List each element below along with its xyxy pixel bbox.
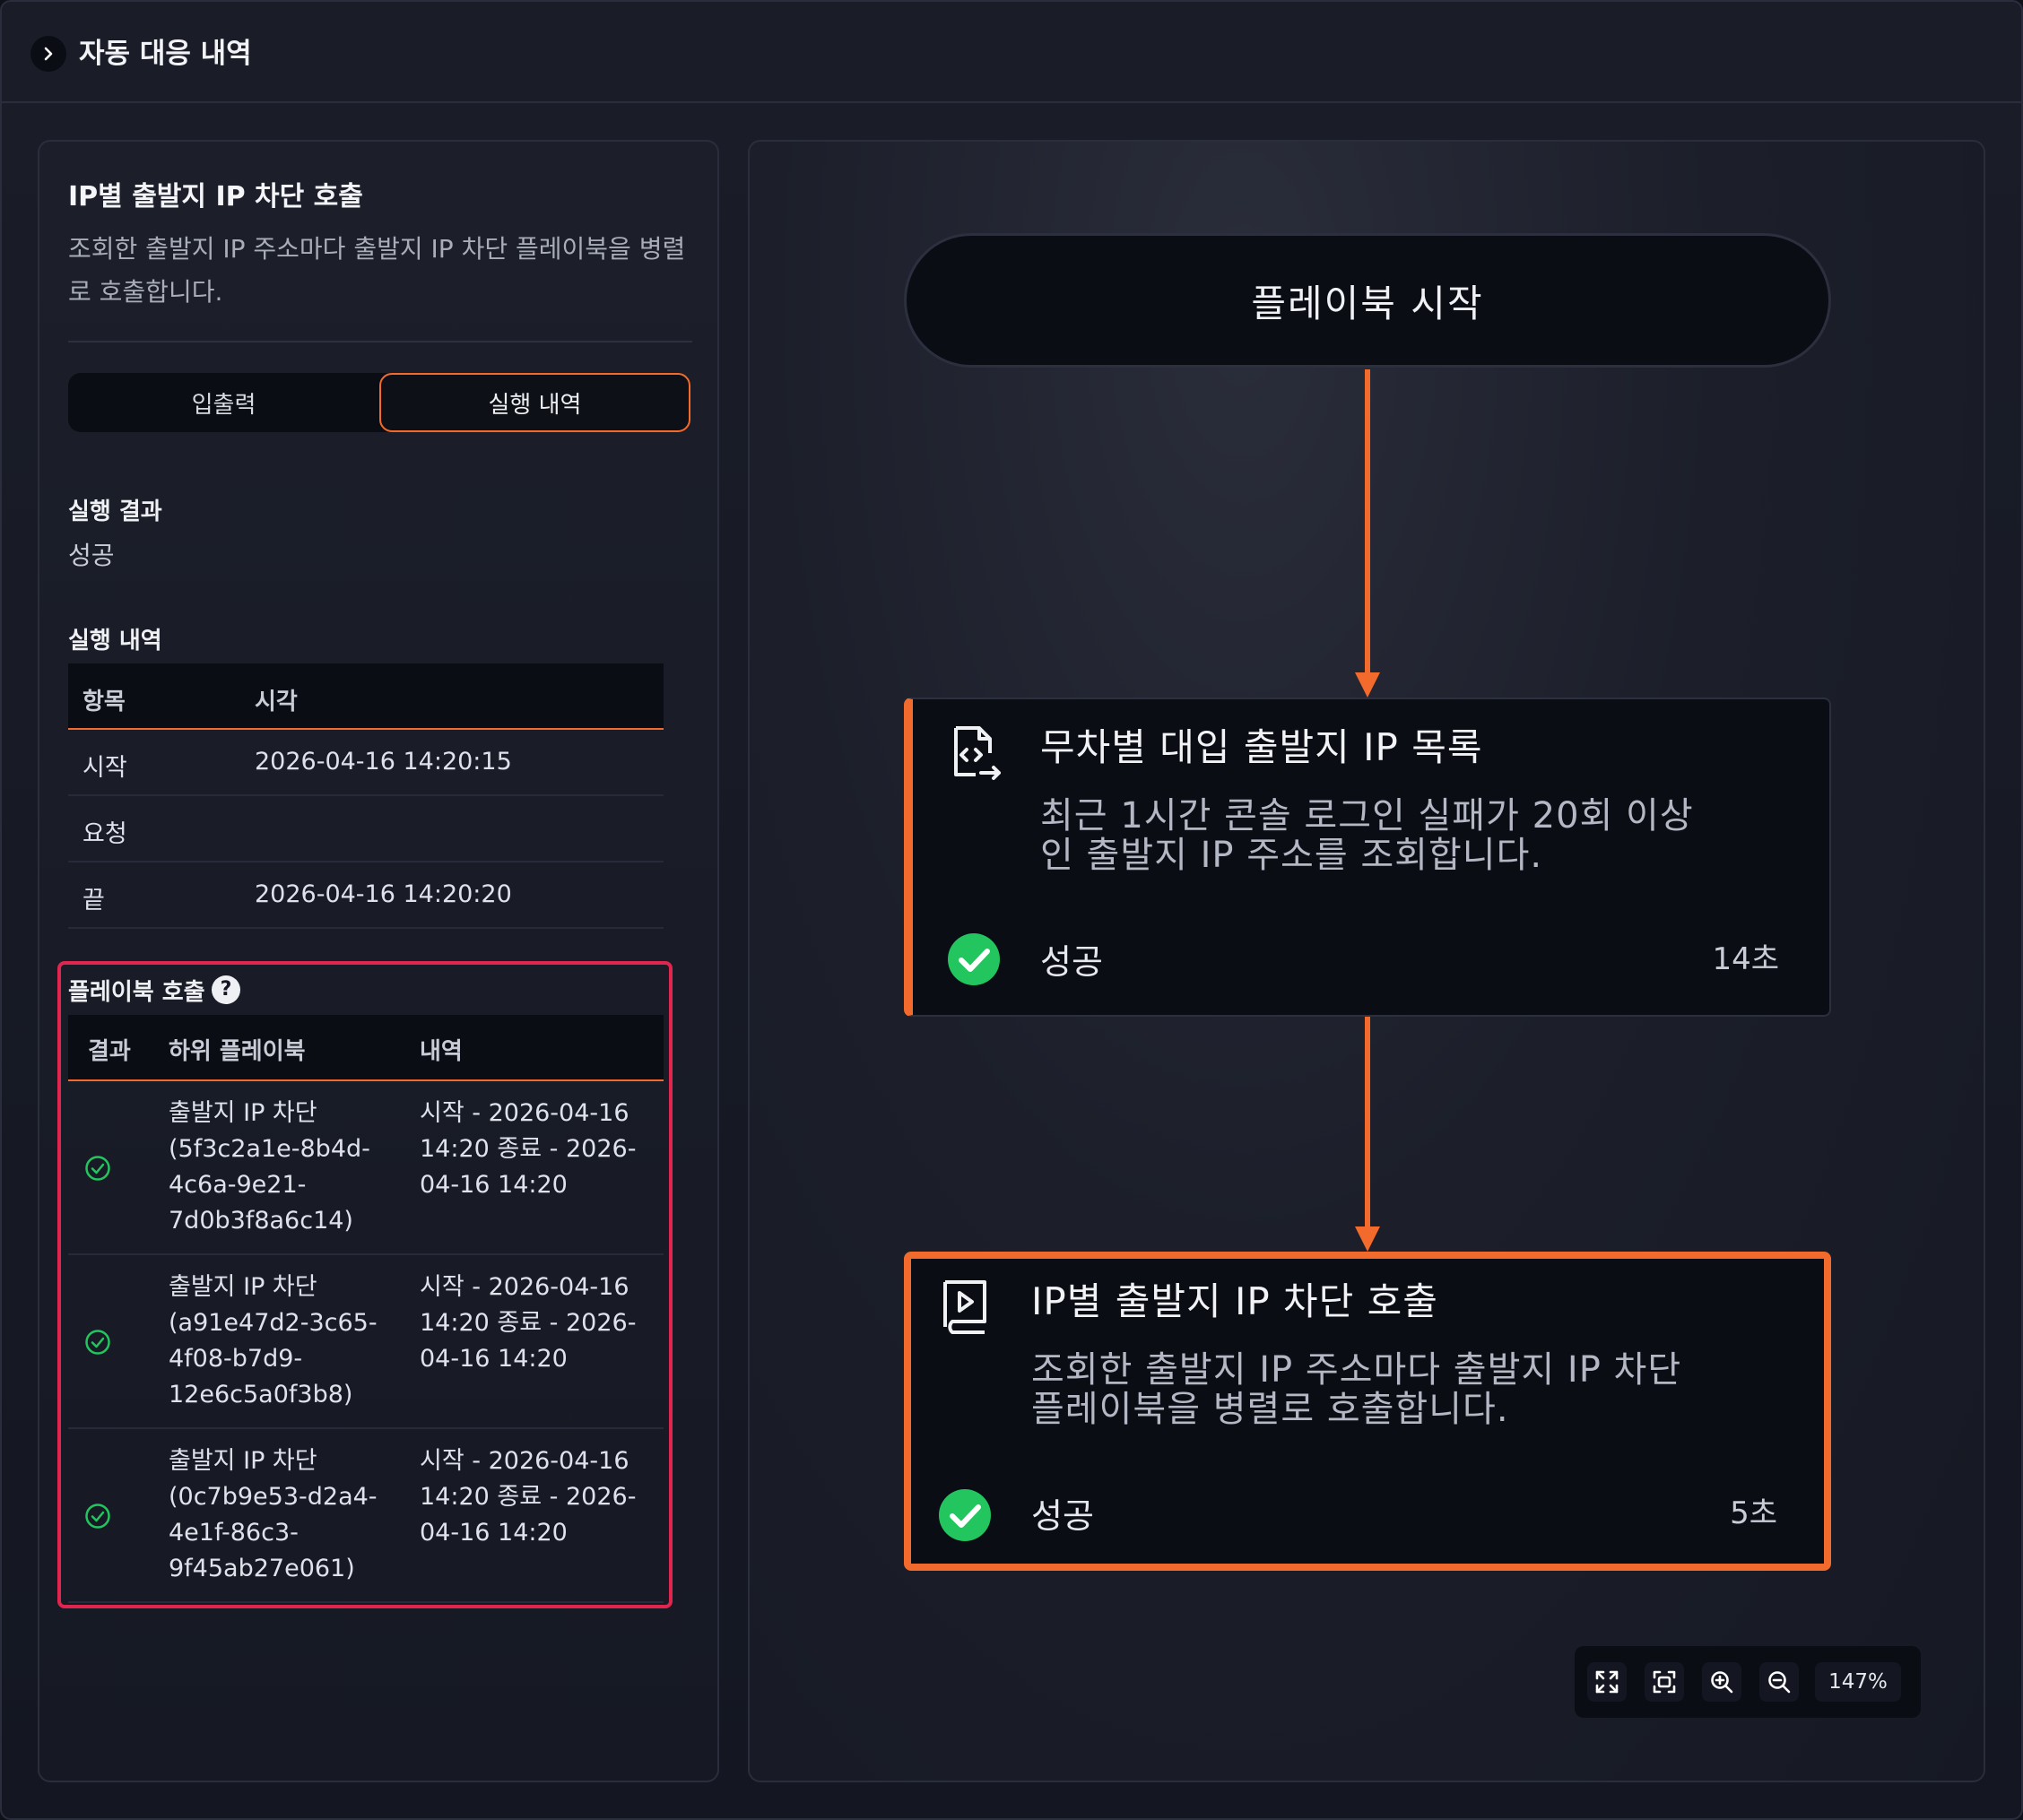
row-item: 시작 — [82, 754, 127, 782]
zoom-out-button[interactable] — [1759, 1662, 1799, 1702]
row-time: 2026-04-16 14:20:20 — [255, 880, 512, 908]
node-description: 최근 1시간 콘솔 로그인 실패가 20회 이상인 출발지 IP 주소를 조회합… — [1040, 795, 1694, 876]
arrow-head — [1355, 1226, 1380, 1252]
flow-canvas[interactable]: 플레이북 시작 무차별 대입 출발지 IP 목록 최근 1시간 콘솔 로그인 실… — [748, 140, 1985, 1782]
code-file-icon — [954, 726, 1001, 780]
node-title: 무차별 대입 출발지 IP 목록 — [1040, 725, 1483, 769]
column-header: 내역 — [420, 1038, 463, 1065]
arrow-head — [1355, 672, 1380, 698]
column-header: 결과 — [88, 1038, 131, 1065]
flow-node-selected[interactable]: IP별 출발지 IP 차단 호출 조회한 출발지 IP 주소마다 출발지 IP … — [904, 1252, 1831, 1571]
sub-playbook-link[interactable]: 출발지 IP 차단 (0c7b9e53-d2a4-4e1f-86c3-9f45a… — [169, 1443, 411, 1587]
sub-playbook-link[interactable]: 출발지 IP 차단 (5f3c2a1e-8b4d-4c6a-9e21-7d0b3… — [169, 1096, 411, 1239]
success-check-icon — [85, 1330, 110, 1355]
chevron-right-icon — [44, 47, 53, 61]
fit-view-button[interactable] — [1645, 1662, 1684, 1702]
tab-switcher: 입출력 실행 내역 — [68, 373, 690, 432]
playbook-calls-label: 플레이북 호출 — [68, 979, 205, 1006]
success-check-icon — [85, 1156, 110, 1181]
table-header: 항목 시각 — [68, 663, 664, 730]
help-icon[interactable]: ? — [212, 975, 240, 1004]
node-title: IP별 출발지 IP 차단 호출 — [1031, 1279, 1438, 1323]
tab-history[interactable]: 실행 내역 — [379, 373, 690, 432]
result-label: 실행 결과 — [68, 498, 162, 525]
success-check-icon — [939, 1489, 991, 1541]
node-duration: 14초 — [1712, 941, 1779, 977]
column-header: 항목 — [82, 689, 126, 715]
node-status: 성공 — [1040, 942, 1103, 982]
table-header: 결과 하위 플레이북 내역 — [68, 1015, 664, 1081]
success-check-icon — [85, 1504, 110, 1529]
flow-node[interactable]: 무차별 대입 출발지 IP 목록 최근 1시간 콘솔 로그인 실패가 20회 이… — [904, 698, 1831, 1017]
table-row: 요청 — [68, 796, 664, 862]
row-time: 2026-04-16 14:20:15 — [255, 748, 512, 776]
table-row: 출발지 IP 차단 (0c7b9e53-d2a4-4e1f-86c3-9f45a… — [68, 1429, 664, 1603]
table-row: 끝 2026-04-16 14:20:20 — [68, 862, 664, 929]
table-row: 출발지 IP 차단 (5f3c2a1e-8b4d-4c6a-9e21-7d0b3… — [68, 1081, 664, 1255]
zoom-toolbar: 147% — [1575, 1646, 1921, 1718]
history-label: 실행 내역 — [68, 628, 162, 654]
table-row: 출발지 IP 차단 (a91e47d2-3c65-4f08-b7d9-12e6c… — [68, 1255, 664, 1429]
zoom-in-icon — [1711, 1671, 1733, 1694]
collapse-button[interactable] — [30, 36, 66, 72]
playbook-icon — [943, 1280, 986, 1334]
flow-edge — [1365, 369, 1370, 674]
flow-edge — [1365, 1017, 1370, 1228]
success-check-icon — [948, 933, 1000, 985]
divider — [68, 341, 692, 342]
call-detail: 시작 - 2026-04-16 14:20 종료 - 2026-04-16 14… — [420, 1273, 637, 1373]
column-header: 시각 — [255, 689, 298, 715]
history-table: 항목 시각 시작 2026-04-16 14:20:15 요청 끝 2026-0… — [68, 663, 664, 929]
fit-view-icon — [1653, 1670, 1676, 1694]
start-node[interactable]: 플레이북 시작 — [904, 233, 1831, 368]
detail-description: 조회한 출발지 IP 주소마다 출발지 IP 차단 플레이북을 병렬로 호출합니… — [68, 234, 686, 307]
playbook-calls-section: 플레이북 호출 ? 결과 하위 플레이북 내역 출발지 IP 차단 (5f3c2… — [57, 961, 673, 1608]
detail-panel: IP별 출발지 IP 차단 호출 조회한 출발지 IP 주소마다 출발지 IP … — [38, 140, 719, 1782]
fullscreen-button[interactable] — [1587, 1662, 1627, 1702]
detail-title: IP별 출발지 IP 차단 호출 — [68, 181, 363, 212]
sub-playbook-link[interactable]: 출발지 IP 차단 (a91e47d2-3c65-4f08-b7d9-12e6c… — [169, 1270, 411, 1413]
fullscreen-icon — [1595, 1670, 1619, 1694]
call-detail: 시작 - 2026-04-16 14:20 종료 - 2026-04-16 14… — [420, 1447, 637, 1547]
call-detail: 시작 - 2026-04-16 14:20 종료 - 2026-04-16 14… — [420, 1099, 637, 1199]
playbook-calls-table: 결과 하위 플레이북 내역 출발지 IP 차단 (5f3c2a1e-8b4d-4… — [68, 1015, 664, 1603]
node-status: 성공 — [1031, 1496, 1094, 1536]
result-value: 성공 — [68, 541, 115, 570]
zoom-out-icon — [1768, 1671, 1791, 1694]
column-header: 하위 플레이북 — [169, 1038, 306, 1065]
row-item: 끝 — [82, 887, 105, 914]
zoom-level[interactable]: 147% — [1815, 1662, 1901, 1702]
node-description: 조회한 출발지 IP 주소마다 출발지 IP 차단 플레이북을 병렬로 호출합니… — [1031, 1349, 1682, 1430]
node-duration: 5초 — [1730, 1495, 1777, 1531]
page-title: 자동 대응 내역 — [79, 38, 252, 70]
top-bar: 자동 대응 내역 — [0, 0, 2023, 103]
row-item: 요청 — [82, 820, 127, 848]
table-row: 시작 2026-04-16 14:20:15 — [68, 730, 664, 796]
tab-io[interactable]: 입출력 — [68, 373, 379, 432]
zoom-in-button[interactable] — [1702, 1662, 1741, 1702]
